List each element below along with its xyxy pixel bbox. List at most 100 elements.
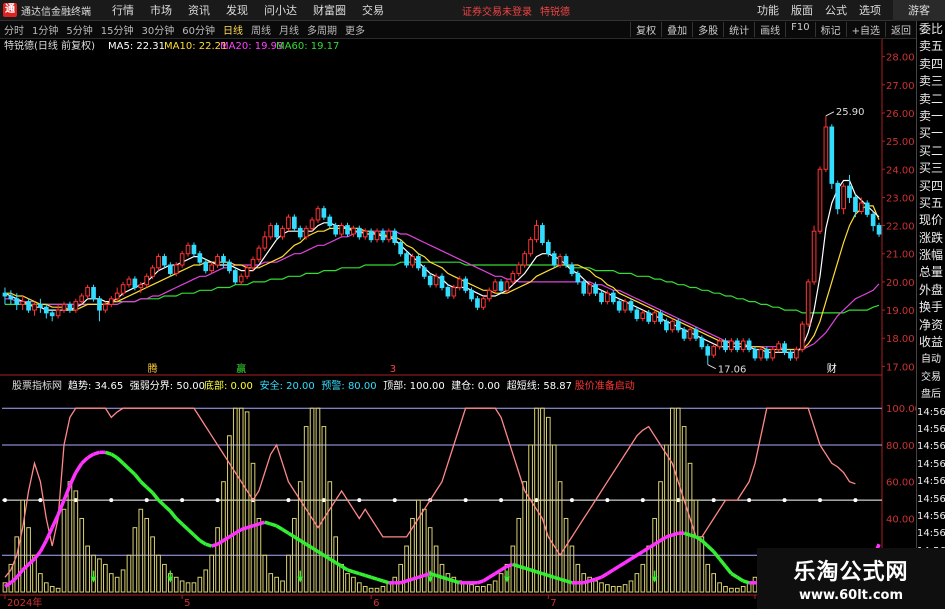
candle-body[interactable] <box>14 298 20 305</box>
candle-body[interactable] <box>675 320 681 331</box>
candle-body[interactable] <box>421 267 427 277</box>
candle-body[interactable] <box>351 227 356 235</box>
candle-body[interactable] <box>162 256 167 266</box>
candle-body[interactable] <box>463 278 468 291</box>
candle-body[interactable] <box>563 256 569 266</box>
candle-body[interactable] <box>268 225 274 238</box>
candle-body[interactable] <box>20 301 26 305</box>
menu-item-1[interactable]: 市场 <box>142 2 180 18</box>
candle-body[interactable] <box>197 253 203 263</box>
candle-body[interactable] <box>79 295 85 303</box>
toolbar-button-4[interactable]: 画线 <box>754 22 785 37</box>
candle-body[interactable] <box>244 267 250 277</box>
candle-body[interactable] <box>457 278 463 289</box>
candle-body[interactable] <box>841 185 846 210</box>
candle-body[interactable] <box>97 298 102 311</box>
candle-body[interactable] <box>811 230 817 283</box>
candle-body[interactable] <box>764 348 770 359</box>
candle-body[interactable] <box>26 301 31 311</box>
candle-body[interactable] <box>516 264 522 274</box>
period-tab-5[interactable]: 60分钟 <box>178 22 219 37</box>
candle-body[interactable] <box>799 323 805 350</box>
candle-body[interactable] <box>829 126 835 184</box>
candle-body[interactable] <box>327 216 333 227</box>
candle-body[interactable] <box>782 343 787 353</box>
candle-body[interactable] <box>723 340 728 350</box>
candle-body[interactable] <box>374 230 380 241</box>
candle-body[interactable] <box>794 348 799 359</box>
candle-body[interactable] <box>126 278 132 286</box>
period-tab-3[interactable]: 15分钟 <box>97 22 138 37</box>
candle-body[interactable] <box>362 230 368 238</box>
candle-body[interactable] <box>616 301 622 311</box>
candle-body[interactable] <box>670 320 675 331</box>
candle-body[interactable] <box>256 247 262 260</box>
candle-body[interactable] <box>858 202 864 212</box>
candle-body[interactable] <box>740 340 746 350</box>
candle-body[interactable] <box>303 227 309 238</box>
candle-body[interactable] <box>599 292 604 303</box>
candle-body[interactable] <box>262 236 268 249</box>
menu-item-2[interactable]: 资讯 <box>180 2 218 18</box>
candle-body[interactable] <box>640 312 646 319</box>
candle-body[interactable] <box>876 225 882 235</box>
candle-body[interactable] <box>32 303 37 311</box>
login-notice[interactable]: 证券交易未登录 特锐德 <box>462 3 570 18</box>
candle-body[interactable] <box>575 272 581 283</box>
menu-right-item-3[interactable]: 选项 <box>853 2 887 18</box>
candle-body[interactable] <box>481 298 486 308</box>
period-tab-1[interactable]: 1分钟 <box>28 22 62 37</box>
candle-body[interactable] <box>114 292 120 300</box>
candle-body[interactable] <box>693 329 699 339</box>
candle-body[interactable] <box>132 278 138 289</box>
candle-body[interactable] <box>398 241 403 255</box>
candle-body[interactable] <box>510 272 516 283</box>
candle-body[interactable] <box>179 253 185 266</box>
candle-body[interactable] <box>864 202 870 215</box>
candle-body[interactable] <box>203 261 209 272</box>
candle-body[interactable] <box>309 219 315 229</box>
candle-body[interactable] <box>416 256 421 269</box>
candle-body[interactable] <box>658 312 663 322</box>
candle-body[interactable] <box>581 281 587 294</box>
candle-body[interactable] <box>410 256 415 266</box>
candle-body[interactable] <box>297 227 303 238</box>
candle-body[interactable] <box>534 225 539 241</box>
candle-body[interactable] <box>776 343 781 350</box>
candle-body[interactable] <box>770 348 776 359</box>
guest-button[interactable]: 游客 <box>893 0 945 21</box>
menu-item-5[interactable]: 财富圈 <box>305 2 354 18</box>
candle-body[interactable] <box>475 298 480 308</box>
menu-item-0[interactable]: 行情 <box>104 2 142 18</box>
candle-body[interactable] <box>85 287 90 297</box>
candle-body[interactable] <box>8 295 14 300</box>
candle-body[interactable] <box>138 284 144 289</box>
candle-body[interactable] <box>652 312 657 322</box>
menu-right-item-0[interactable]: 功能 <box>751 2 785 18</box>
candle-body[interactable] <box>368 230 374 241</box>
candle-body[interactable] <box>681 329 687 339</box>
period-tab-7[interactable]: 周线 <box>247 22 275 37</box>
period-tab-10[interactable]: 更多 <box>341 22 369 37</box>
candle-body[interactable] <box>38 303 43 308</box>
candle-body[interactable] <box>746 340 752 350</box>
candle-body[interactable] <box>705 346 711 356</box>
candle-body[interactable] <box>540 225 545 243</box>
candle-body[interactable] <box>752 348 758 359</box>
candle-body[interactable] <box>91 287 96 300</box>
chart-area[interactable]: 特锐德(日线 前复权) MA5: 22.31MA10: 22.21MA20: 19… <box>0 39 916 609</box>
candle-body[interactable] <box>522 253 528 266</box>
candle-body[interactable] <box>699 337 705 348</box>
candle-body[interactable] <box>646 312 652 322</box>
candle-body[interactable] <box>622 301 628 311</box>
candle-body[interactable] <box>498 281 504 291</box>
candle-body[interactable] <box>108 298 114 305</box>
candle-body[interactable] <box>439 275 445 289</box>
candle-body[interactable] <box>557 256 563 266</box>
candle-body[interactable] <box>321 208 327 218</box>
candle-body[interactable] <box>729 340 734 350</box>
candle-body[interactable] <box>758 348 764 359</box>
candle-body[interactable] <box>73 301 79 311</box>
period-tab-6[interactable]: 日线 <box>219 22 247 37</box>
candle-body[interactable] <box>433 275 439 286</box>
